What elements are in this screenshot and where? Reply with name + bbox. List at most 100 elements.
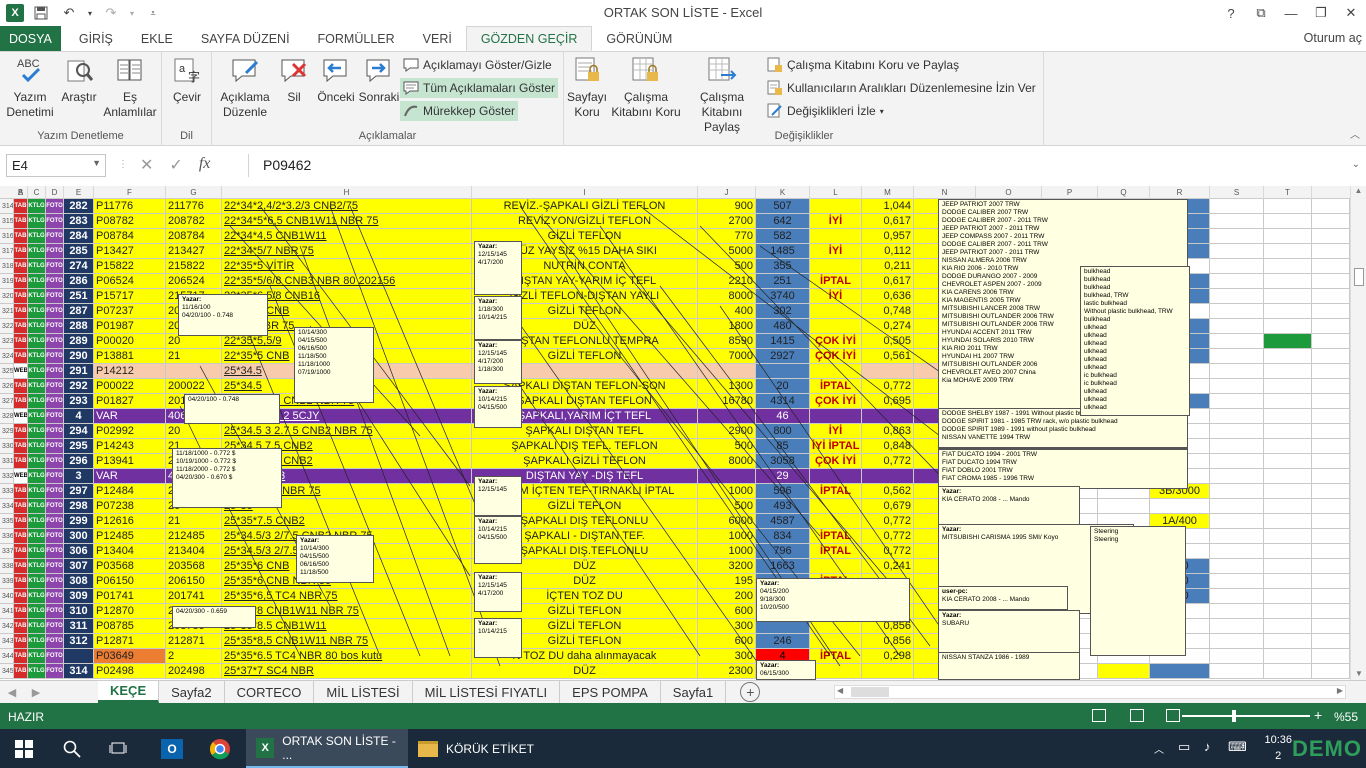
cell-f[interactable]: 211776 xyxy=(166,199,222,214)
code-cell[interactable]: P08782 xyxy=(94,214,166,229)
scroll-down-icon[interactable]: ▼ xyxy=(1351,669,1366,678)
cell-g[interactable]: 25*37*7 SC4 NBR xyxy=(222,664,472,679)
cell-j[interactable]: 480 xyxy=(756,319,810,334)
comment-frac-b[interactable]: 04/20/100 - 0.748 xyxy=(184,394,280,424)
cell-r[interactable] xyxy=(1210,244,1264,259)
comment-right-5[interactable]: NISSAN STANZA 1986 - 1989 xyxy=(938,652,1080,680)
code-cell[interactable]: P13404 xyxy=(94,544,166,559)
row-header[interactable]: 339 xyxy=(0,574,14,589)
row-header[interactable]: 318 xyxy=(0,259,14,274)
minimize-icon[interactable]: — xyxy=(1276,0,1306,26)
task-view-icon[interactable] xyxy=(96,729,140,768)
research-button[interactable]: Araştır xyxy=(56,54,102,105)
comment-dates-d[interactable]: Yazar: 06/15/300 xyxy=(756,660,816,680)
protect-workbook-button[interactable]: Çalışma Kitabını Koru xyxy=(610,54,682,120)
row-header[interactable]: 341 xyxy=(0,604,14,619)
language-icon[interactable]: ⌨ xyxy=(1228,739,1247,755)
cell-r[interactable] xyxy=(1210,214,1264,229)
cell-f[interactable]: 200022 xyxy=(166,379,222,394)
column-header-q[interactable]: Q xyxy=(1098,186,1150,199)
cell-r[interactable] xyxy=(1210,484,1264,499)
code-cell[interactable]: P13941 xyxy=(94,454,166,469)
code-cell[interactable]: P07237 xyxy=(94,304,166,319)
comment-dates-b8[interactable]: Yazar: 10/14/215 xyxy=(474,618,522,658)
cell-t[interactable] xyxy=(1312,604,1350,619)
cell-k[interactable]: İYİ İPTAL xyxy=(810,439,862,454)
column-header-j[interactable]: J xyxy=(698,186,756,199)
tab-insert[interactable]: EKLE xyxy=(127,26,187,51)
show-all-comments-button[interactable]: Tüm Açıklamaları Göster xyxy=(400,78,559,98)
cell-t[interactable] xyxy=(1312,484,1350,499)
cell-g[interactable]: 25*35*8 CNB1W11 NBR 75 xyxy=(222,604,472,619)
cell-f[interactable]: 206524 xyxy=(166,274,222,289)
cell-t[interactable] xyxy=(1312,244,1350,259)
cell-i[interactable]: 195 xyxy=(698,574,756,589)
cell-j[interactable]: 2927 xyxy=(756,349,810,364)
cell-t[interactable] xyxy=(1312,214,1350,229)
cell-j[interactable]: 251 xyxy=(756,274,810,289)
cell-f[interactable]: 20 xyxy=(166,334,222,349)
cell-j[interactable]: 1415 xyxy=(756,334,810,349)
cell-t[interactable] xyxy=(1312,424,1350,439)
cell-r[interactable] xyxy=(1210,619,1264,634)
cell-l[interactable] xyxy=(862,364,914,379)
row-id-cell[interactable]: 311 xyxy=(64,619,94,634)
code-cell[interactable]: P00020 xyxy=(94,334,166,349)
cell-r[interactable] xyxy=(1210,439,1264,454)
cell-k[interactable] xyxy=(810,469,862,484)
cell-r[interactable] xyxy=(1210,424,1264,439)
code-cell[interactable]: P14212 xyxy=(94,364,166,379)
cell-t[interactable] xyxy=(1312,454,1350,469)
cell-j[interactable]: 1485 xyxy=(756,244,810,259)
cell-j[interactable]: 596 xyxy=(756,484,810,499)
comment-right-4[interactable]: Yazar: SUBARU xyxy=(938,610,1080,654)
cell-r[interactable] xyxy=(1210,409,1264,424)
cell-i[interactable] xyxy=(698,469,756,484)
cell-k[interactable]: ÇOK İYİ xyxy=(810,454,862,469)
cell-i[interactable]: 1800 xyxy=(698,319,756,334)
comment-frac-a[interactable]: Yazar: 11/16/100 04/20/100 - 0.748 xyxy=(178,294,268,336)
cell-j[interactable]: 20 xyxy=(756,379,810,394)
cell-g[interactable]: 22*34*2,4/2*3.2/3 CNB2/75 xyxy=(222,199,472,214)
allow-ranges-button[interactable]: Kullanıcıların Aralıkları Düzenlemesine … xyxy=(764,78,1039,98)
cell-t[interactable] xyxy=(1312,634,1350,649)
cell-t[interactable] xyxy=(1312,319,1350,334)
code-cell[interactable]: VAR xyxy=(94,409,166,424)
cell-r[interactable] xyxy=(1210,319,1264,334)
cell-t[interactable] xyxy=(1312,349,1350,364)
comment-right-3[interactable]: user-pc: KIA CERATO 2008 - ... Mando xyxy=(938,586,1068,610)
cell-j[interactable]: 302 xyxy=(756,304,810,319)
cell-r[interactable] xyxy=(1210,649,1264,664)
row-id-cell[interactable]: 306 xyxy=(64,544,94,559)
cell-t[interactable] xyxy=(1312,664,1350,679)
cell-t[interactable] xyxy=(1312,409,1350,424)
column-header-o[interactable]: O xyxy=(976,186,1042,199)
cell-k[interactable]: İPTAL xyxy=(810,379,862,394)
row-header[interactable]: 335 xyxy=(0,514,14,529)
cancel-icon[interactable]: ✕ xyxy=(140,155,153,175)
cell-k[interactable] xyxy=(810,364,862,379)
cell-l[interactable] xyxy=(862,664,914,679)
cell-i[interactable]: 200 xyxy=(698,589,756,604)
undo-icon[interactable]: ↶ xyxy=(58,3,80,23)
cell-k[interactable] xyxy=(810,199,862,214)
cell-k[interactable] xyxy=(810,229,862,244)
row-id-cell[interactable]: 295 xyxy=(64,439,94,454)
column-header-m[interactable]: M xyxy=(862,186,914,199)
cell-j[interactable]: 355 xyxy=(756,259,810,274)
comment-frac-c[interactable]: 11/18/1000 - 0.772 $10/19/1000 - 0.772 $… xyxy=(172,448,282,508)
row-id-cell[interactable]: 294 xyxy=(64,424,94,439)
cell-s[interactable] xyxy=(1264,649,1312,664)
row-id-cell[interactable]: 285 xyxy=(64,244,94,259)
cell-j[interactable]: 46 xyxy=(756,409,810,424)
code-cell[interactable]: P01827 xyxy=(94,394,166,409)
column-header-c[interactable]: C xyxy=(28,186,46,199)
cell-s[interactable] xyxy=(1264,454,1312,469)
row-header[interactable]: 332 xyxy=(0,469,14,484)
cell-s[interactable] xyxy=(1264,304,1312,319)
expand-formula-icon[interactable]: ⌄ xyxy=(1352,159,1360,170)
code-cell[interactable]: P08785 xyxy=(94,619,166,634)
cell-s[interactable] xyxy=(1264,574,1312,589)
cell-s[interactable] xyxy=(1264,379,1312,394)
formula-input[interactable]: P09462 xyxy=(248,154,1360,177)
